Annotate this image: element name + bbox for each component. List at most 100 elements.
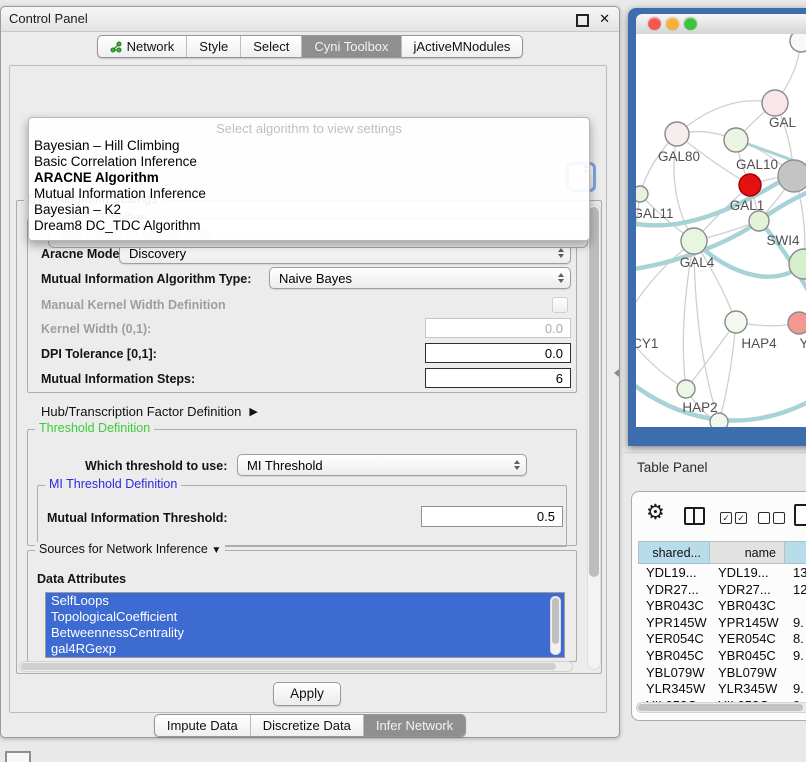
mi-algorithm-type-combo[interactable]: Naive Bayes <box>269 267 571 289</box>
table-row[interactable]: YLR345WYLR345W9. <box>638 681 806 698</box>
node-label: GAL4 <box>680 255 715 270</box>
tab-network[interactable]: Network <box>98 36 187 57</box>
algorithm-dropdown-placeholder: Select algorithm to view settings <box>29 120 589 138</box>
select-all-icon[interactable]: ✓ <box>720 512 732 524</box>
node-label: SWI4 <box>766 233 799 248</box>
expand-right-icon: ▶ <box>249 405 257 418</box>
network-node-hap2[interactable] <box>677 380 695 398</box>
hub-definition-expander[interactable]: Hub/Transcription Factor Definition ▶ <box>41 404 258 419</box>
table-horizontal-scrollbar[interactable] <box>636 702 806 713</box>
bottom-tab-label: Discretize Data <box>263 718 351 733</box>
cyni-bottom-tab-bar: Impute Data Discretize Data Infer Network <box>1 714 619 737</box>
network-canvas[interactable]: GALGAL80GAL10GAL1SWI4GAL11GAL4GCY1HAP4YH… <box>636 34 806 427</box>
network-node-gal1[interactable] <box>739 174 761 196</box>
list-vertical-scrollbar[interactable] <box>550 596 561 655</box>
manual-kernel-checkbox[interactable] <box>552 297 568 313</box>
collapsed-panel-icon[interactable] <box>5 751 31 762</box>
column-header[interactable] <box>785 541 806 564</box>
network-node[interactable] <box>778 160 806 192</box>
which-threshold-combo[interactable]: MI Threshold <box>237 454 527 476</box>
zoom-traffic-light-icon[interactable] <box>684 17 697 30</box>
network-node-gal11[interactable] <box>636 186 648 202</box>
tab-jactivemnodules[interactable]: jActiveMNodules <box>401 36 523 57</box>
table-row[interactable]: YER054CYER054C8. <box>638 631 806 648</box>
data-attribute-item[interactable]: TopologicalCoefficient <box>46 609 564 625</box>
combo-spinner-icon <box>558 248 564 258</box>
algorithm-option[interactable]: Bayesian – Hill Climbing <box>29 138 589 154</box>
algorithm-option[interactable]: Dream8 DC_TDC Algorithm <box>29 218 589 234</box>
mi-steps-label: Mutual Information Steps: <box>41 371 195 387</box>
new-table-icon[interactable] <box>794 504 806 526</box>
network-window-titlebar[interactable] <box>636 14 806 34</box>
network-node-y[interactable] <box>788 312 806 334</box>
close-traffic-light-icon[interactable] <box>648 17 661 30</box>
algorithm-option[interactable]: Mutual Information Inference <box>29 186 589 202</box>
minimize-traffic-light-icon[interactable] <box>666 17 679 30</box>
data-attribute-item[interactable]: BetweennessCentrality <box>46 625 564 641</box>
network-node-gal[interactable] <box>762 90 788 116</box>
node-label: GAL10 <box>736 157 778 172</box>
deselect-all-icon[interactable] <box>758 512 770 524</box>
network-node-hap4[interactable] <box>725 311 747 333</box>
select-all-icon[interactable]: ✓ <box>735 512 747 524</box>
table-row[interactable]: YDR27...YDR27...12 <box>638 582 806 599</box>
bottom-tab-infer-network[interactable]: Infer Network <box>363 715 465 736</box>
network-node[interactable] <box>789 249 806 279</box>
control-panel-tab-bar: Network Style Select Cyni Toolbox jActiveMNo… <box>1 35 619 58</box>
algorithm-option[interactable]: ARACNE Algorithm <box>29 170 589 186</box>
network-view-window[interactable]: GALGAL80GAL10GAL1SWI4GAL11GAL4GCY1HAP4YH… <box>628 8 806 446</box>
network-node-swi4[interactable] <box>749 211 769 231</box>
columns-icon[interactable] <box>684 507 705 525</box>
column-header[interactable]: name <box>710 541 785 564</box>
kernel-width-field[interactable]: 0.0 <box>425 318 571 338</box>
mi-steps-field[interactable]: 6 <box>425 368 571 388</box>
divider <box>624 452 806 453</box>
data-attributes-list[interactable]: SelfLoopsTopologicalCoefficientBetweenne… <box>45 592 565 658</box>
mi-threshold-field[interactable]: 0.5 <box>421 506 563 527</box>
tab-cyni-toolbox[interactable]: Cyni Toolbox <box>301 36 400 57</box>
network-icon <box>110 41 122 53</box>
network-node-gal80[interactable] <box>665 122 689 146</box>
combo-spinner-icon <box>558 273 564 283</box>
bottom-tab-impute-data[interactable]: Impute Data <box>155 715 250 736</box>
settings-vertical-scrollbar[interactable] <box>587 204 601 670</box>
algorithm-option[interactable]: Bayesian – K2 <box>29 202 589 218</box>
settings-horizontal-scrollbar[interactable] <box>19 661 573 672</box>
network-edge[interactable] <box>677 101 775 134</box>
table-cell: YER054C <box>710 631 785 648</box>
apply-button[interactable]: Apply <box>273 682 341 706</box>
table-row[interactable]: YBR043CYBR043C <box>638 598 806 615</box>
deselect-all-icon[interactable] <box>773 512 785 524</box>
split-pane-collapse-icon[interactable] <box>614 369 619 377</box>
node-label: GAL <box>769 115 797 130</box>
network-node-gal4[interactable] <box>681 228 707 254</box>
data-attribute-item[interactable]: gal4RGexp <box>46 641 564 657</box>
network-node-gal10[interactable] <box>724 128 748 152</box>
gear-icon[interactable]: ⚙ <box>646 501 665 525</box>
sources-title[interactable]: Sources for Network Inference ▼ <box>35 542 225 556</box>
screen: Control Panel ✕ Network Style Select Cyni T… <box>0 0 806 762</box>
close-icon[interactable]: ✕ <box>599 11 610 27</box>
table-row[interactable]: YBL079WYBL079W <box>638 665 806 682</box>
tab-label: Select <box>253 39 289 54</box>
tab-label: Cyni Toolbox <box>314 39 388 54</box>
column-header[interactable]: shared... <box>638 541 710 564</box>
table-row[interactable]: YDL19...YDL19...13 <box>638 565 806 582</box>
tab-label: Style <box>199 39 228 54</box>
control-panel-titlebar: Control Panel ✕ <box>1 7 619 32</box>
tab-style[interactable]: Style <box>186 36 240 57</box>
table-row[interactable]: YBR045CYBR045C9. <box>638 648 806 665</box>
data-attribute-item[interactable]: SelfLoops <box>46 593 564 609</box>
restore-icon[interactable] <box>576 14 589 27</box>
network-edge[interactable] <box>719 322 736 422</box>
combo-spinner-icon <box>514 460 520 470</box>
algorithm-option[interactable]: Basic Correlation Inference <box>29 154 589 170</box>
table-cell: 9. <box>785 648 806 665</box>
table-row[interactable]: YPR145WYPR145W9. <box>638 615 806 632</box>
network-node[interactable] <box>790 34 806 52</box>
network-node[interactable] <box>710 413 728 427</box>
dpi-tolerance-field[interactable]: 0.0 <box>425 343 571 363</box>
table-cell: 9. <box>785 615 806 632</box>
tab-select[interactable]: Select <box>240 36 301 57</box>
bottom-tab-discretize-data[interactable]: Discretize Data <box>250 715 363 736</box>
